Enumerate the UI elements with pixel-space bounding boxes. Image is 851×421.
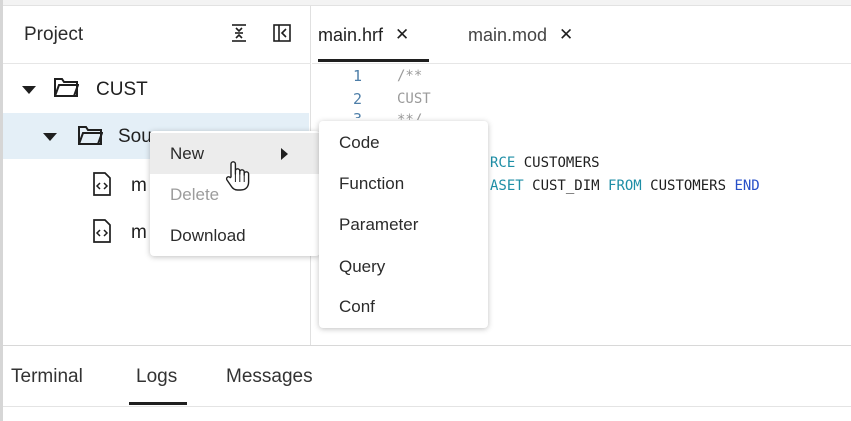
code-line: ASET CUST_DIM FROM CUSTOMERS END xyxy=(490,178,760,194)
tab-logs[interactable]: Logs xyxy=(136,366,177,388)
menu-item-label: Query xyxy=(339,256,386,276)
bottom-panel: Terminal Logs Messages xyxy=(3,345,851,421)
toggle-sidebar-icon[interactable] xyxy=(271,22,293,44)
tree-item-label: m xyxy=(131,175,147,196)
active-tab-indicator xyxy=(318,59,429,62)
close-icon[interactable]: ✕ xyxy=(395,25,409,45)
code-line: CUST xyxy=(397,91,431,107)
menu-item-label: Code xyxy=(339,132,380,152)
tree-item-label: m xyxy=(131,222,147,243)
submenu-arrow-icon xyxy=(281,148,288,160)
caret-down-icon[interactable] xyxy=(22,86,36,94)
code-line: RCE CUSTOMERS xyxy=(490,155,600,171)
code-keyword: FROM xyxy=(608,178,642,194)
menu-item-label: Delete xyxy=(170,184,220,204)
project-title: Project xyxy=(24,24,84,45)
code-keyword: ASET xyxy=(490,178,524,194)
folder-open-icon xyxy=(77,124,104,146)
collapse-all-icon[interactable] xyxy=(228,22,250,44)
new-submenu: Code Function Parameter Query Conf xyxy=(319,121,488,328)
submenu-item-query[interactable]: Query xyxy=(319,246,488,287)
menu-item-label: New xyxy=(170,143,205,163)
tab-main-hrf[interactable]: main.hrf ✕ xyxy=(318,6,409,64)
submenu-item-parameter[interactable]: Parameter xyxy=(319,204,488,245)
submenu-item-code[interactable]: Code xyxy=(319,122,488,163)
context-menu: New Delete Download xyxy=(150,131,320,256)
tree-item-cust[interactable]: CUST xyxy=(3,66,309,112)
tab-messages[interactable]: Messages xyxy=(226,366,313,388)
line-number: 2 xyxy=(352,90,362,108)
tab-label: main.hrf xyxy=(318,24,384,45)
code-identifier: CUSTOMERS xyxy=(515,155,600,171)
menu-item-label: Function xyxy=(339,173,405,193)
divider xyxy=(3,406,851,407)
code-identifier: CUST_DIM xyxy=(523,178,609,194)
line-number: 3 xyxy=(348,110,362,118)
menu-item-label: Download xyxy=(170,225,246,245)
code-file-icon xyxy=(92,172,112,196)
tab-main-mod[interactable]: main.mod ✕ xyxy=(468,6,573,64)
line-number: 1 xyxy=(352,67,362,85)
close-icon[interactable]: ✕ xyxy=(559,25,573,45)
caret-down-icon[interactable] xyxy=(43,133,57,141)
tab-terminal[interactable]: Terminal xyxy=(11,366,83,388)
tree-item-label: Sou xyxy=(118,126,152,147)
menu-item-label: Parameter xyxy=(339,214,419,234)
project-header: Project xyxy=(3,6,311,64)
tab-label: main.mod xyxy=(468,24,548,45)
menu-item-download[interactable]: Download xyxy=(150,215,320,256)
code-line: /** xyxy=(397,68,423,84)
tree-item-label: CUST xyxy=(96,79,148,100)
active-tab-indicator xyxy=(129,402,187,405)
folder-open-icon xyxy=(53,76,80,98)
submenu-item-conf[interactable]: Conf xyxy=(319,286,488,327)
code-identifier: CUSTOMERS xyxy=(641,178,735,194)
editor-tabs: main.hrf ✕ main.mod ✕ xyxy=(312,6,851,64)
code-line: **/ xyxy=(397,112,423,120)
code-keyword: RCE xyxy=(490,155,516,171)
code-keyword: END xyxy=(734,178,760,194)
submenu-item-function[interactable]: Function xyxy=(319,163,488,204)
hand-cursor-icon xyxy=(224,160,252,192)
code-file-icon xyxy=(92,219,112,243)
menu-item-label: Conf xyxy=(339,296,375,316)
